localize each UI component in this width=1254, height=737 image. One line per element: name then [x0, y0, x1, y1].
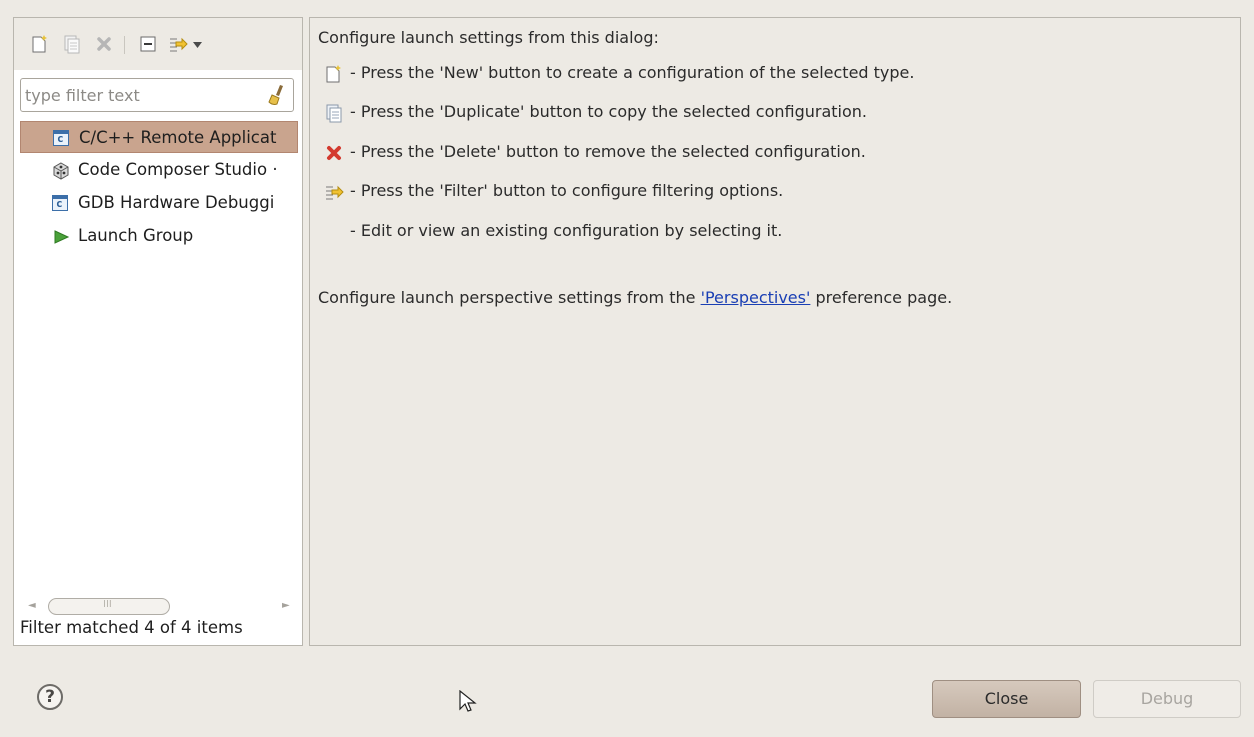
scroll-left-icon[interactable]: ◄ [28, 600, 36, 611]
new-config-icon[interactable] [30, 34, 50, 54]
perspective-prefix: Configure launch perspective settings fr… [318, 288, 701, 307]
debug-button[interactable]: Debug [1093, 680, 1241, 718]
intro-text: Configure launch settings from this dial… [318, 28, 659, 47]
hint-filter: - Press the 'Filter' button to configure… [318, 180, 1218, 204]
hint-text: - Press the 'Duplicate' button to copy t… [350, 102, 867, 121]
new-config-icon [324, 64, 344, 84]
hint-edit: - Edit or view an existing configuration… [318, 220, 1218, 244]
delete-icon[interactable] [94, 34, 114, 54]
delete-icon [324, 143, 344, 163]
perspective-line: Configure launch perspective settings fr… [318, 288, 952, 307]
filter-field[interactable] [20, 78, 294, 112]
duplicate-icon [324, 103, 344, 123]
tree-item-launch-group[interactable]: Launch Group [20, 220, 298, 252]
tree-item-label: Code Composer Studio · [78, 160, 278, 179]
hint-text: - Edit or view an existing configuration… [350, 221, 783, 240]
tree-item-label: C/C++ Remote Applicat [79, 128, 277, 147]
clear-filter-icon[interactable] [267, 84, 287, 106]
tree-item-cpp-remote[interactable]: C/C++ Remote Applicat [20, 121, 298, 153]
perspectives-link[interactable]: 'Perspectives' [701, 288, 811, 307]
duplicate-icon[interactable] [62, 34, 82, 54]
mouse-cursor-icon [459, 689, 477, 714]
hint-text: - Press the 'Filter' button to configure… [350, 181, 784, 200]
filter-icon[interactable] [168, 34, 188, 54]
help-icon[interactable]: ? [37, 684, 63, 710]
ccs-cube-icon [52, 162, 70, 180]
filter-input[interactable] [25, 83, 255, 107]
filter-status: Filter matched 4 of 4 items [20, 618, 243, 637]
launch-group-icon [52, 228, 70, 246]
c-file-icon [53, 130, 71, 148]
collapse-all-icon[interactable] [138, 34, 158, 54]
config-toolbar [14, 18, 302, 70]
hint-new: - Press the 'New' button to create a con… [318, 62, 1218, 86]
configuration-help-panel: Configure launch settings from this dial… [309, 17, 1241, 646]
c-file-icon [52, 195, 70, 213]
configuration-tree: C/C++ Remote Applicat Code Composer Stud… [20, 121, 298, 591]
hint-duplicate: - Press the 'Duplicate' button to copy t… [318, 101, 1218, 125]
toolbar-separator [124, 36, 125, 54]
dropdown-arrow-icon[interactable] [192, 34, 204, 54]
close-button[interactable]: Close [932, 680, 1081, 718]
horizontal-scrollbar[interactable]: ◄ III ► [20, 598, 298, 616]
hint-text: - Press the 'New' button to create a con… [350, 63, 915, 82]
hint-text: - Press the 'Delete' button to remove th… [350, 142, 866, 161]
hint-delete: - Press the 'Delete' button to remove th… [318, 141, 1218, 165]
tree-item-label: Launch Group [78, 226, 194, 245]
scroll-right-icon[interactable]: ► [282, 600, 290, 611]
tree-item-label: GDB Hardware Debuggi [78, 193, 275, 212]
tree-item-code-composer[interactable]: Code Composer Studio · [20, 154, 298, 186]
configuration-list-panel: C/C++ Remote Applicat Code Composer Stud… [13, 17, 303, 646]
filter-icon [324, 182, 344, 202]
perspective-suffix: preference page. [810, 288, 953, 307]
scrollbar-thumb[interactable]: III [48, 598, 170, 615]
tree-item-gdb-hardware[interactable]: GDB Hardware Debuggi [20, 187, 298, 219]
